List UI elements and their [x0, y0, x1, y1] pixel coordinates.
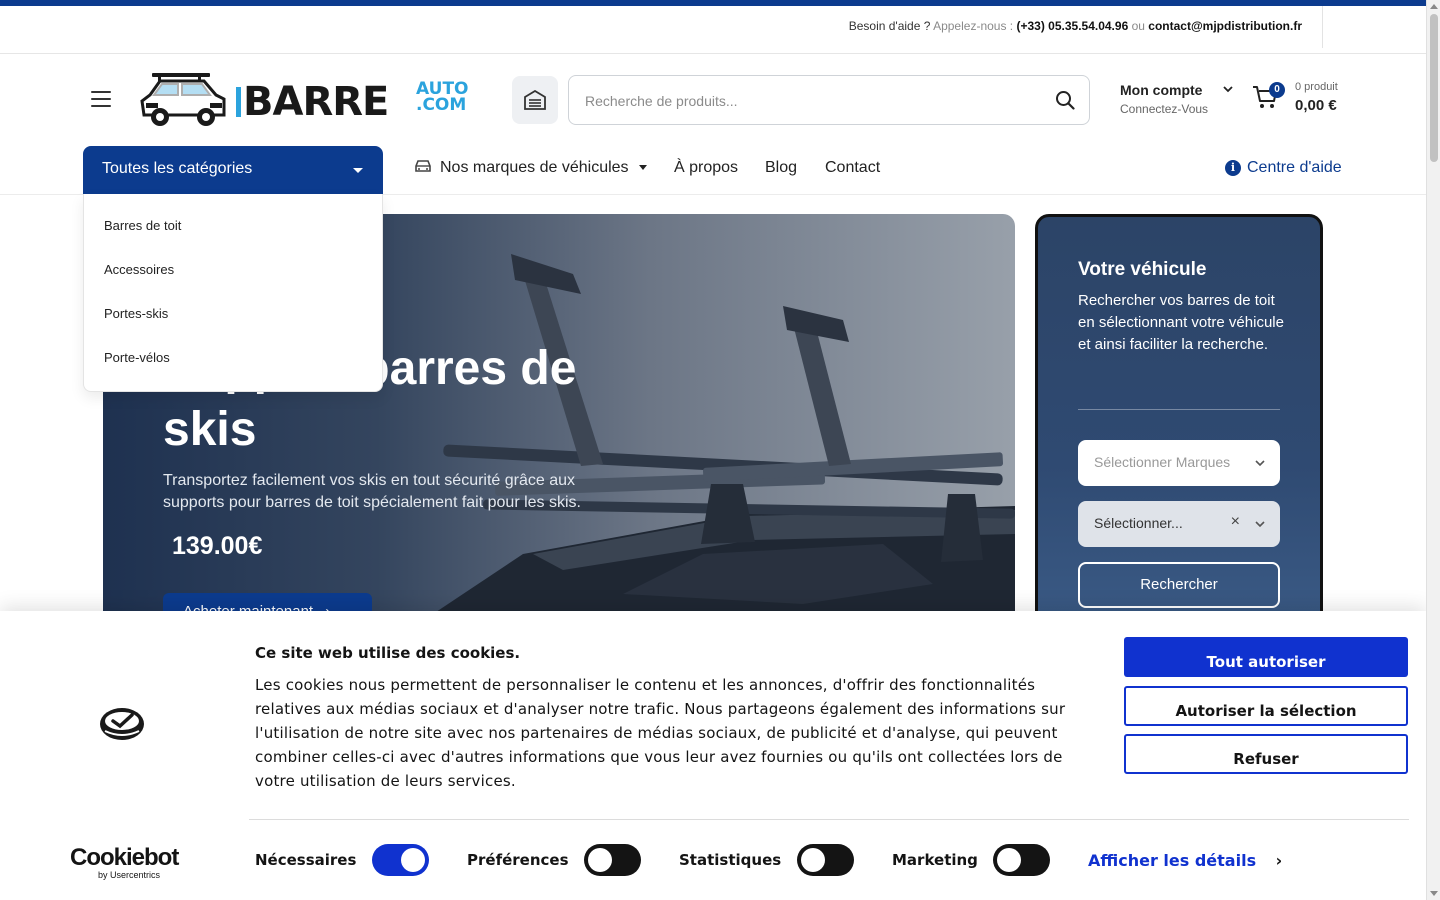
allow-selection-button[interactable]: Autoriser la sélection [1124, 686, 1408, 726]
account-menu[interactable]: Mon compte Connectez-Vous [1120, 82, 1233, 116]
all-categories-button[interactable]: Toutes les catégories [83, 146, 383, 194]
toggle-switch[interactable] [584, 844, 641, 876]
category-item[interactable]: Accessoires [104, 262, 174, 277]
cookie-divider [249, 819, 1409, 820]
cookie-text: Les cookies nous permettent de personnal… [255, 676, 1066, 790]
cookiebot-logo: Cookiebot by Usercentrics [70, 844, 179, 881]
chevron-down-icon [1223, 86, 1233, 93]
nav-brands[interactable]: Nos marques de véhicules [414, 159, 647, 177]
category-item[interactable]: Porte-vélos [104, 350, 170, 365]
search-input[interactable] [585, 90, 1025, 112]
site-header: BARRE AUTO.COM Mon compte Connectez-Vous… [0, 55, 1426, 145]
vehicle-finder-title: Votre véhicule [1078, 259, 1207, 280]
vehicle-finder: Votre véhicule Rechercher vos barres de … [1035, 214, 1323, 634]
toggle-switch[interactable] [993, 844, 1050, 876]
main-nav: Toutes les catégories Nos marques de véh… [0, 146, 1426, 195]
logo-wordmark: BARRE [236, 79, 389, 125]
account-title: Mon compte [1120, 82, 1203, 98]
toggle-label: Marketing [892, 851, 978, 869]
or-label: ou [1131, 19, 1145, 33]
nav-brands-label: Nos marques de véhicules [440, 159, 629, 176]
nav-about[interactable]: À propos [674, 159, 738, 177]
category-item[interactable]: Portes-skis [104, 306, 168, 321]
cart-count: 0 produit [1295, 81, 1338, 93]
scrollbar-thumb[interactable] [1430, 14, 1438, 162]
car-icon [415, 160, 431, 172]
model-select-value: Sélectionner... [1094, 515, 1183, 531]
show-details-link[interactable]: Afficher les détails › [1088, 851, 1282, 870]
chevron-right-icon: › [1275, 851, 1283, 870]
logo-auto-com: AUTO .COM [416, 79, 469, 115]
email-link[interactable]: contact@mjpdistribution.fr [1148, 19, 1302, 33]
cookie-site-logo [100, 708, 144, 740]
phone-link[interactable]: (+33) 05.35.54.04.96 [1016, 19, 1128, 33]
caret-down-icon [639, 165, 647, 170]
toggle-label: Préférences [467, 851, 569, 869]
garage-button[interactable] [512, 76, 558, 124]
search-icon[interactable] [1055, 90, 1075, 110]
toggle-label: Nécessaires [255, 851, 357, 869]
brand-select[interactable]: Sélectionner Marques [1078, 440, 1280, 486]
account-subtitle: Connectez-Vous [1120, 102, 1209, 116]
nav-blog[interactable]: Blog [765, 159, 797, 177]
toggle-switch[interactable] [372, 844, 429, 876]
hero-price: 139.00€ [172, 532, 263, 560]
vehicle-finder-divider [1078, 409, 1280, 410]
topbar-divider [1322, 6, 1323, 48]
chevron-down-icon [1255, 460, 1265, 467]
help-prefix: Besoin d'aide ? [848, 19, 931, 33]
cookie-title: Ce site web utilise des cookies. [255, 644, 521, 662]
top-bar: Besoin d'aide ? Appelez-nous : (+33) 05.… [0, 6, 1426, 54]
cart-badge: 0 [1269, 82, 1285, 98]
garage-icon [524, 90, 546, 110]
toggle-label: Statistiques [679, 851, 782, 869]
help-center-label: Centre d'aide [1247, 159, 1342, 176]
page-scrollbar[interactable] [1426, 0, 1440, 900]
brand-select-placeholder: Sélectionner Marques [1094, 454, 1231, 470]
nav-contact[interactable]: Contact [825, 159, 880, 177]
cart-total: 0,00 € [1295, 97, 1337, 114]
allow-all-button[interactable]: Tout autoriser [1124, 637, 1408, 677]
product-search [568, 75, 1090, 125]
toggle-switch[interactable] [797, 844, 854, 876]
scroll-down-icon[interactable] [1430, 891, 1438, 896]
category-item[interactable]: Barres de toit [104, 218, 181, 233]
caret-down-icon [353, 168, 363, 173]
clear-icon[interactable]: × [1231, 513, 1240, 531]
call-label: Appelez-nous : [933, 19, 1014, 33]
refuse-button[interactable]: Refuser [1124, 734, 1408, 774]
logo-car-icon [140, 73, 226, 126]
nav-help-center[interactable]: i Centre d'aide [1225, 159, 1342, 177]
hamburger-menu-icon[interactable] [91, 91, 111, 107]
all-categories-label: Toutes les catégories [102, 160, 253, 177]
cart-widget[interactable]: 0 0 produit 0,00 € [1251, 81, 1338, 116]
cookie-banner: Ce site web utilise des cookies. Les coo… [0, 611, 1426, 900]
site-logo[interactable]: BARRE AUTO .COM [140, 71, 484, 129]
hero-description: Transportez facilement vos skis en tout … [163, 472, 581, 511]
category-dropdown: Barres de toit Accessoires Portes-skis P… [83, 194, 383, 392]
scroll-up-icon[interactable] [1430, 4, 1438, 9]
chevron-down-icon [1255, 521, 1265, 528]
vehicle-search-button[interactable]: Rechercher [1078, 562, 1280, 608]
vehicle-finder-description: Rechercher vos barres de toit en sélecti… [1078, 292, 1284, 353]
show-details-label: Afficher les détails [1088, 851, 1257, 870]
cookiebot-wordmark: Cookiebot [70, 844, 179, 871]
info-icon: i [1225, 160, 1241, 176]
model-select[interactable]: Sélectionner... × [1078, 501, 1280, 547]
cookiebot-byline: by Usercentrics [98, 870, 161, 880]
help-contact-line: Besoin d'aide ? Appelez-nous : (+33) 05.… [849, 19, 1302, 33]
